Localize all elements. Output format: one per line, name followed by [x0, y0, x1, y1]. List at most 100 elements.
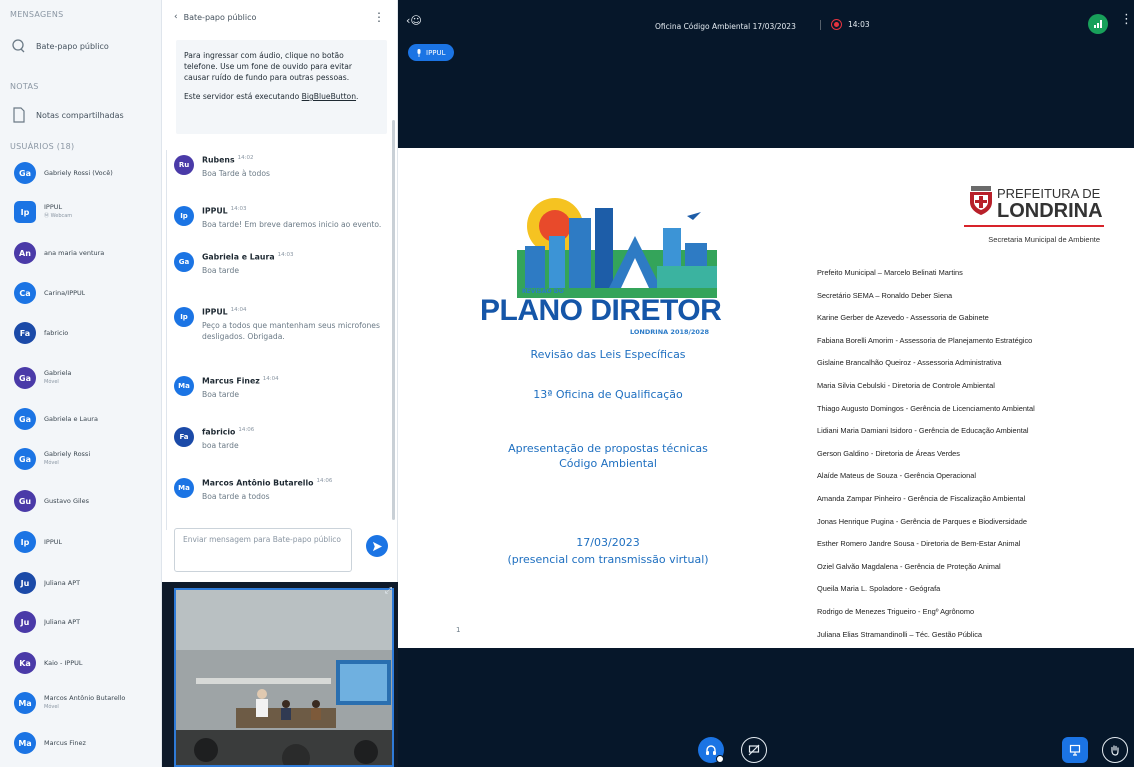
public-chat-link[interactable]: Bate-papo público: [10, 36, 109, 56]
chat-message: Fa fabricio 14:06 boa tarde: [174, 427, 394, 451]
message-header: Marcos Antônio Butarello 14:06: [202, 478, 332, 488]
user-avatar: Ma: [14, 692, 36, 714]
shared-notes-label: Notas compartilhadas: [36, 110, 124, 120]
chat-panel: ‹ Bate-papo público ⋮ Para ingressar com…: [162, 0, 398, 582]
user-avatar: Fa: [14, 322, 36, 344]
slide-line-revisao: Revisão das Leis Específicas: [530, 348, 686, 361]
recording-indicator[interactable]: 14:03: [820, 19, 870, 30]
send-icon: [372, 541, 382, 551]
welcome-server-prefix: Este servidor está executando: [184, 92, 302, 101]
message-text: Boa tarde: [202, 389, 240, 399]
user-avatar: Gu: [14, 490, 36, 512]
shared-notes-link[interactable]: Notas compartilhadas: [10, 105, 124, 125]
share-screen-button[interactable]: [741, 737, 767, 763]
staff-line: Gislaine Brancalhão Queiroz - Assessoria…: [817, 358, 1002, 368]
message-sender: IPPUL: [202, 206, 228, 216]
chevron-left-icon[interactable]: ‹: [174, 12, 178, 22]
message-time: 14:06: [316, 478, 333, 484]
user-list-item[interactable]: Ka Kaio - IPPUL: [14, 650, 154, 676]
message-sender: IPPUL: [202, 307, 228, 317]
message-body: Gabriela e Laura 14:03 Boa tarde: [202, 252, 293, 276]
chat-message: Ip IPPUL 14:04 Peço a todos que mantenham s…: [174, 307, 394, 342]
message-time: 14:03: [230, 206, 247, 212]
user-list-item[interactable]: Ip IPPUL: [14, 529, 154, 555]
send-button[interactable]: [366, 535, 388, 557]
notes-section-title: NOTAS: [10, 82, 39, 91]
notes-icon: [10, 106, 28, 124]
raise-hand-button[interactable]: [1102, 737, 1128, 763]
user-list-item[interactable]: Ga Gabriela e Laura: [14, 406, 154, 432]
user-list-item[interactable]: Ju Juliana APT: [14, 609, 154, 635]
message-sender: Marcus Finez: [202, 376, 260, 386]
staff-line: Maria Silvia Cebulski - Diretoria de Con…: [817, 381, 995, 390]
options-menu-icon[interactable]: ⋮: [1120, 12, 1133, 27]
message-avatar: Ga: [174, 252, 194, 272]
message-body: fabricio 14:06 boa tarde: [202, 427, 254, 451]
plano-diretor-title: PLANO DIRETOR: [480, 294, 722, 327]
presentation-icon: [1069, 744, 1081, 756]
user-device-label: Ⓜ Webcam: [44, 213, 73, 219]
staff-line: Rodrigo de Menezes Trigueiro - Engº Agrô…: [817, 607, 975, 616]
chat-scrollbar[interactable]: [392, 120, 395, 520]
presentation-slide[interactable]: REVISÃO DO PLANO DIRETOR LONDRINA 2018/2…: [398, 148, 1134, 648]
staff-line: Prefeito Municipal – Marcelo Belinati Ma…: [817, 268, 963, 277]
room-scene: [176, 590, 392, 765]
user-list-item[interactable]: Fa fabricio: [14, 320, 154, 346]
user-list-item[interactable]: Ga Gabriela Móvel: [14, 365, 154, 391]
audio-status-dot: [716, 755, 724, 763]
messages-section-title: MENSAGENS: [10, 10, 64, 19]
message-avatar: Ru: [174, 155, 194, 175]
chat-options-icon[interactable]: ⋮: [373, 10, 385, 24]
fullscreen-icon[interactable]: ⤢: [385, 586, 392, 596]
staff-line: Alaíde Mateus de Souza - Gerência Operac…: [817, 471, 976, 481]
message-avatar: Ma: [174, 478, 194, 498]
staff-line: Esther Romero Jandre Sousa - Diretoria d…: [817, 539, 1021, 549]
user-list-item[interactable]: Ma Marcus Finez: [14, 730, 154, 756]
user-list-item[interactable]: Gu Gustavo Giles: [14, 488, 154, 514]
meeting-title: Oficina Código Ambiental 17/03/2023: [655, 22, 796, 31]
user-name: ana maria ventura: [44, 248, 105, 257]
prefeitura-divider: [964, 225, 1104, 227]
user-name: Juliana APT: [44, 578, 81, 587]
chat-message-input[interactable]: Enviar mensagem para Bate-papo público: [174, 528, 352, 572]
user-list-item[interactable]: Ju Juliana APT: [14, 570, 154, 596]
slide-line-codigo: Código Ambiental: [559, 457, 657, 470]
connection-status-button[interactable]: [1088, 14, 1108, 34]
presentation-toggle-button[interactable]: [1062, 737, 1088, 763]
recording-time: 14:03: [848, 20, 870, 29]
user-name-block: Juliana APT: [44, 579, 80, 588]
chat-message: Ip IPPUL 14:03 Boa tarde! Em breve daremos …: [174, 206, 394, 230]
user-name-block: IPPUL: [44, 538, 62, 547]
user-avatar: Ka: [14, 652, 36, 674]
staff-line: Gerson Galdino - Diretoria de Áreas Verd…: [817, 448, 960, 458]
toggle-user-list-icon[interactable]: ‹☺: [406, 14, 422, 27]
message-body: IPPUL 14:04 Peço a todos que mantenham seu…: [202, 307, 394, 342]
welcome-server-suffix: .: [356, 92, 359, 101]
chat-icon: [10, 37, 28, 55]
user-name: IPPUL: [44, 203, 63, 211]
slide-line-oficina: 13ª Oficina de Qualificação: [533, 388, 683, 401]
webcam-video[interactable]: [174, 588, 394, 767]
welcome-message: Para ingressar com áudio, clique no botã…: [176, 40, 387, 134]
message-sender: Rubens: [202, 155, 235, 165]
user-device-label: Móvel: [44, 460, 59, 466]
secretaria-label: Secretaria Municipal de Ambiente: [988, 235, 1100, 244]
user-list-item[interactable]: Ca Carina/IPPUL: [14, 280, 154, 306]
audio-button[interactable]: [698, 737, 724, 763]
staff-line: Queila Maria L. Spoladore - Geógrafa: [817, 584, 941, 594]
record-icon: [831, 19, 842, 30]
user-name-block: Marcos Antônio Butarello Móvel: [44, 694, 125, 712]
message-header: IPPUL 14:03: [202, 206, 381, 216]
user-list-item[interactable]: Ip IPPUL Ⓜ Webcam: [14, 199, 154, 225]
user-name-block: Gabriely Rossi Móvel: [44, 450, 90, 468]
user-list-item[interactable]: Ga Gabriely Rossi (Você): [14, 160, 154, 186]
message-time: 14:02: [237, 155, 254, 161]
user-name: Gabriely Rossi (Você): [44, 168, 113, 177]
user-list-item[interactable]: An ana maria ventura: [14, 240, 154, 266]
user-list-item[interactable]: Ga Gabriely Rossi Móvel: [14, 446, 154, 472]
user-list-item[interactable]: Ma Marcos Antônio Butarello Móvel: [14, 690, 154, 716]
plano-diretor-logo-art: [517, 198, 717, 298]
user-name-block: Kaio - IPPUL: [44, 659, 83, 668]
bigbluebutton-link[interactable]: BigBlueButton: [302, 92, 356, 101]
message-header: fabricio 14:06: [202, 427, 254, 437]
